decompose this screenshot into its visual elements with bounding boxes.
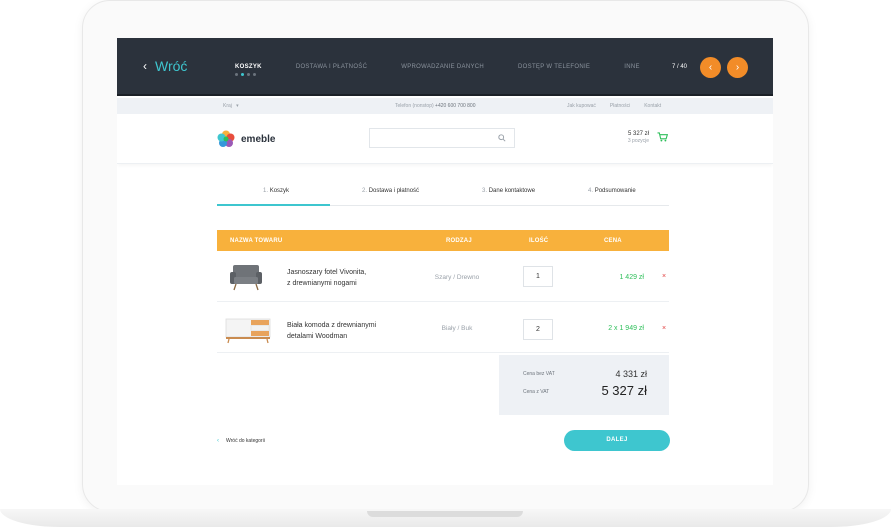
laptop-screen: ‹ Wróć KOSZYK DOSTAWA I PŁATNOŚĆ WPROWAD… xyxy=(117,38,773,485)
brand-name: emeble xyxy=(241,133,276,145)
net-price-label: Cena bez VAT xyxy=(523,371,555,377)
pager-count: 7 / 40 xyxy=(672,64,688,70)
site-header: emeble 5 327 zł 3 pozycje xyxy=(117,114,773,164)
quantity-input[interactable]: 1 xyxy=(523,266,553,287)
product-name-line: detalami Woodman xyxy=(287,333,348,340)
cart-summary[interactable]: 5 327 zł 3 pozycje xyxy=(597,131,649,144)
dot xyxy=(247,73,250,76)
chevron-right-icon: › xyxy=(735,62,740,73)
logo[interactable]: emeble xyxy=(217,130,275,148)
step-label: Koszyk xyxy=(269,188,290,194)
step-label: Dane kontaktowe xyxy=(488,188,536,194)
step-dane[interactable]: 3. Dane kontaktowe xyxy=(482,188,535,194)
product-variant: Biały / Buk xyxy=(441,325,473,332)
flower-logo-icon xyxy=(217,130,235,147)
step-koszyk[interactable]: 1. Koszyk xyxy=(263,188,289,194)
gross-price-label: Cena z VAT xyxy=(523,389,550,395)
step-podsumowanie[interactable]: 4. Podsumowanie xyxy=(588,188,636,194)
remove-item-button[interactable]: × xyxy=(662,325,666,332)
chevron-left-icon: ‹ xyxy=(217,438,219,444)
next-slide-button[interactable]: › xyxy=(727,57,748,78)
cart-total: 5 327 zł xyxy=(627,131,649,137)
step-label: Dostawa i płatność xyxy=(368,188,420,194)
back-to-category-link[interactable]: ‹ Wróć do kategorii xyxy=(217,438,265,444)
product-name[interactable]: Jasnoszary fotel Vivonita, z drewnianymi… xyxy=(287,267,397,289)
laptop-notch xyxy=(367,511,523,517)
net-price-value: 4 331 zł xyxy=(615,369,647,379)
step-label: Podsumowanie xyxy=(594,188,636,194)
link-platnosci[interactable]: Płatności xyxy=(610,103,630,109)
step-dostawa[interactable]: 2. Dostawa i płatność xyxy=(362,188,419,194)
col-qty: ILOŚĆ xyxy=(529,238,549,244)
preview-nav-telefon[interactable]: DOSTĘP W TELEFONIE xyxy=(518,64,590,70)
back-button[interactable]: ‹ Wróć xyxy=(143,58,187,74)
col-name: NAZWA TOWARU xyxy=(230,238,283,244)
preview-nav-inne[interactable]: INNE xyxy=(624,64,640,70)
chevron-down-icon: ▾ xyxy=(233,103,239,109)
dot-active xyxy=(241,73,244,76)
chevron-left-icon: ‹ xyxy=(143,59,147,73)
cart-table-header: NAZWA TOWARU RODZAJ ILOŚĆ CENA xyxy=(217,230,669,251)
utility-links: Jak kupować Płatności Kontakt xyxy=(567,103,661,109)
back-label: Wróć xyxy=(155,58,188,74)
step-number: 1. xyxy=(263,188,269,194)
link-jak-kupowac[interactable]: Jak kupować xyxy=(567,103,596,109)
dot xyxy=(235,73,238,76)
checkout-steps: 1. Koszyk 2. Dostawa i płatność 3. Dane … xyxy=(217,186,669,206)
product-name-line: Biała komoda z drewnianymi xyxy=(287,322,377,329)
phone-label: Telefon (nonstop) xyxy=(395,103,434,109)
preview-nav-dostawa[interactable]: DOSTAWA I PŁATNOŚĆ xyxy=(296,64,367,70)
link-kontakt[interactable]: Kontakt xyxy=(644,103,661,109)
slide-dots xyxy=(235,73,256,76)
table-row: Biała komoda z drewnianymi detalami Wood… xyxy=(217,303,669,353)
country-label: Kraj xyxy=(223,103,232,109)
gross-price-value: 5 327 zł xyxy=(601,383,647,398)
preview-nav: KOSZYK DOSTAWA I PŁATNOŚĆ WPROWADZANIE D… xyxy=(235,64,674,76)
dresser-product-image[interactable] xyxy=(225,318,271,344)
remove-item-button[interactable]: × xyxy=(662,273,666,280)
next-step-button[interactable]: DALEJ xyxy=(564,430,670,451)
product-price: 1 429 zł xyxy=(619,274,644,281)
quantity-input[interactable]: 2 xyxy=(523,319,553,340)
product-price: 2 x 1 949 zł xyxy=(608,325,644,332)
dot xyxy=(253,73,256,76)
col-variant: RODZAJ xyxy=(446,238,472,244)
table-row: Jasnoszary fotel Vivonita, z drewnianymi… xyxy=(217,252,669,302)
step-number: 3. xyxy=(482,188,488,194)
armchair-product-image[interactable] xyxy=(229,263,263,291)
country-select[interactable]: Kraj ▾ xyxy=(223,103,239,109)
product-variant: Szary / Drewno xyxy=(434,274,480,281)
phone-info: Telefon (nonstop) +420 600 700 800 xyxy=(395,103,476,109)
back-to-category-label: Wróć do kategorii xyxy=(226,438,265,444)
step-number: 4. xyxy=(588,188,594,194)
preview-nav-dane[interactable]: WPROWADZANIE DANYCH xyxy=(401,64,484,70)
search-icon[interactable] xyxy=(498,134,506,142)
product-name-line: Jasnoszary fotel Vivonita, xyxy=(287,269,367,276)
prev-button[interactable]: ‹ xyxy=(700,57,721,78)
price-summary: Cena bez VAT 4 331 zł Cena z VAT 5 327 z… xyxy=(499,355,669,415)
cart-count: 3 pozycje xyxy=(627,138,649,144)
preview-nav-label: KOSZYK xyxy=(235,64,262,70)
active-step-underline xyxy=(217,204,330,206)
search-input[interactable] xyxy=(369,128,515,148)
col-price: CENA xyxy=(604,238,622,244)
product-name-line: z drewnianymi nogami xyxy=(287,280,357,287)
phone-number: +420 600 700 800 xyxy=(435,103,476,109)
utility-bar: Kraj ▾ Telefon (nonstop) +420 600 700 80… xyxy=(117,98,773,114)
cart-icon[interactable] xyxy=(657,132,668,142)
product-name[interactable]: Biała komoda z drewnianymi detalami Wood… xyxy=(287,320,397,342)
step-number: 2. xyxy=(362,188,368,194)
preview-bar: ‹ Wróć KOSZYK DOSTAWA I PŁATNOŚĆ WPROWAD… xyxy=(117,38,773,96)
preview-nav-koszyk[interactable]: KOSZYK xyxy=(235,64,262,76)
chevron-left-icon: ‹ xyxy=(708,62,713,73)
